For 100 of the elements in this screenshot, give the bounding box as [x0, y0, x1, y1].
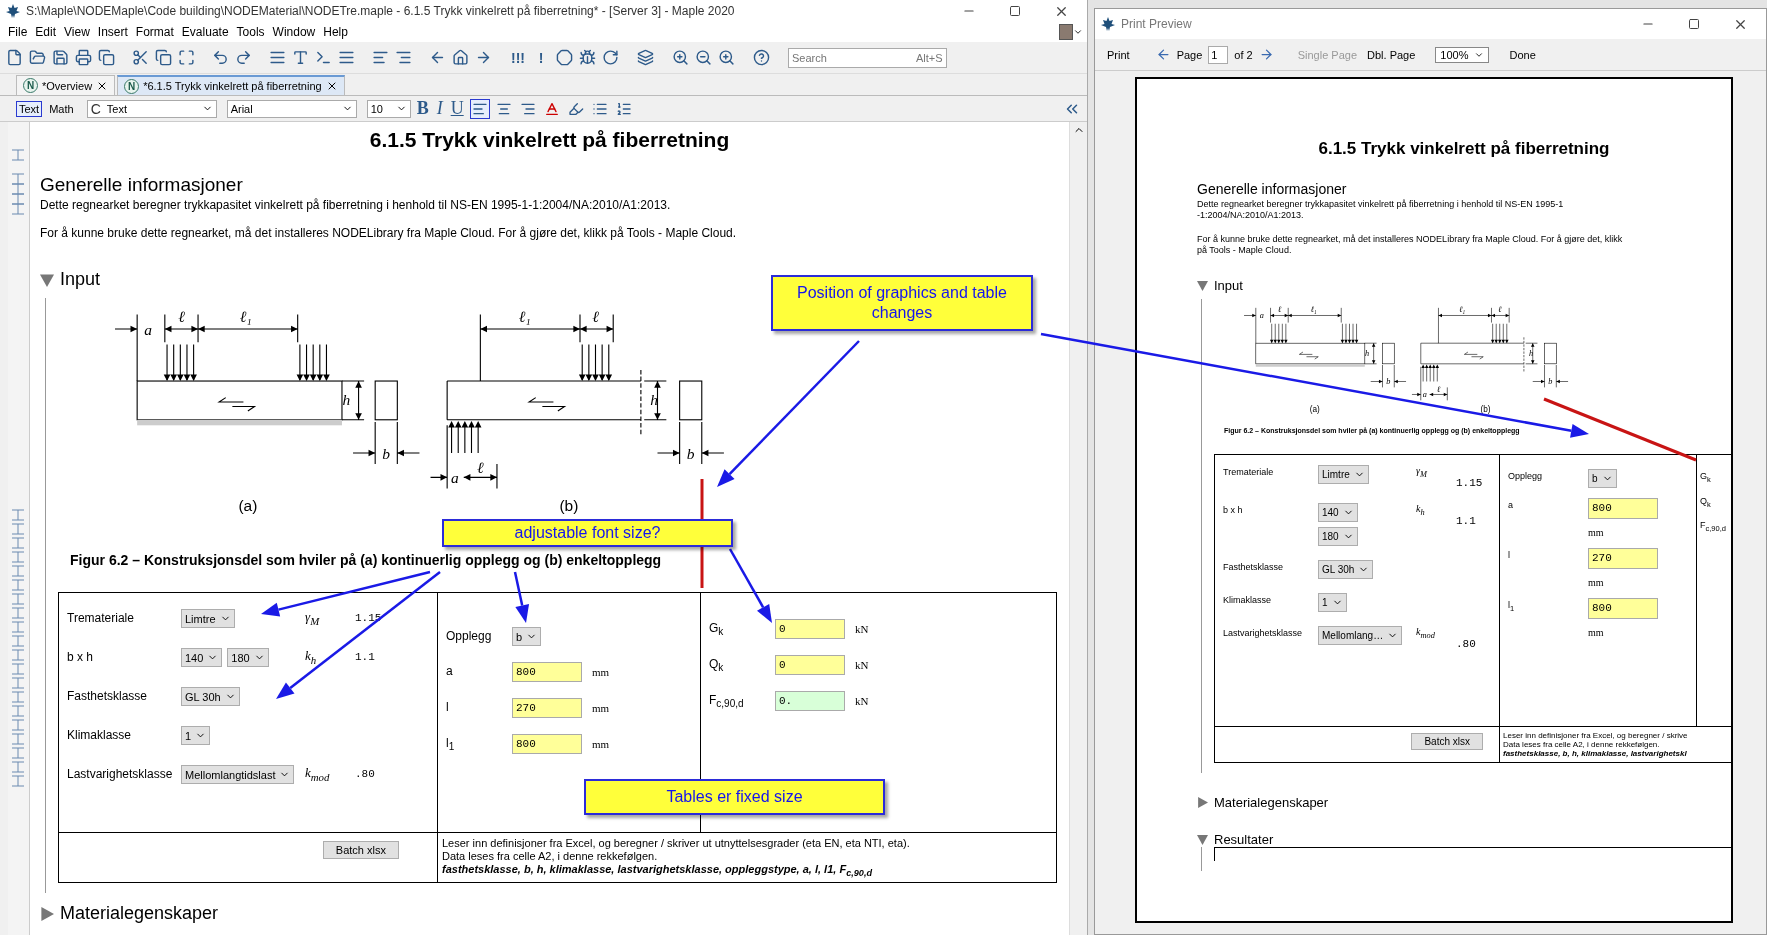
parameter-label: Lastvarighetsklasse: [1223, 626, 1304, 638]
next-page-icon[interactable]: [1258, 47, 1274, 62]
format-button[interactable]: U: [448, 98, 466, 119]
coefficient-value: 1.1: [1456, 513, 1477, 527]
dropdown[interactable]: 140: [181, 648, 223, 668]
input-field[interactable]: 0: [775, 655, 845, 676]
document-tab[interactable]: N *6.1.5 Trykk vinkelrett på fiberretning: [117, 75, 345, 95]
style-dropdown[interactable]: C Text: [86, 99, 217, 118]
dropdown[interactable]: 180: [1318, 526, 1358, 546]
dropdown[interactable]: 140: [1318, 502, 1358, 522]
menu-item[interactable]: Edit: [31, 25, 61, 39]
page-field[interactable]: 1: [1208, 45, 1229, 64]
mode-toggle[interactable]: Math: [46, 100, 77, 117]
dropdown[interactable]: 1: [1318, 592, 1347, 612]
section-toggle-icon[interactable]: [40, 906, 54, 921]
dropdown[interactable]: Limtre: [1318, 464, 1369, 484]
coefficient-value: .80: [355, 767, 376, 781]
load-label: G$_{k}$: [709, 620, 725, 638]
print-button[interactable]: Print: [1105, 48, 1132, 61]
document-tab[interactable]: N *Overview: [16, 75, 116, 95]
menu-item[interactable]: Format: [131, 25, 178, 39]
menu-item[interactable]: Window: [268, 25, 320, 39]
section-heading: Resultater: [1214, 832, 1274, 848]
input-field[interactable]: 270: [1588, 547, 1658, 569]
dropdown[interactable]: 1: [181, 726, 211, 746]
format-button[interactable]: B: [414, 98, 431, 119]
font-dropdown[interactable]: Arial: [226, 99, 357, 118]
dropdown[interactable]: 180: [227, 648, 269, 668]
parameter-label: b x h: [67, 649, 94, 665]
tab-label: *Overview: [42, 79, 93, 92]
parameter-label: Tremateriale: [67, 610, 135, 626]
parameter-label: l$_{1}$: [1508, 598, 1516, 613]
format-button[interactable]: I: [434, 98, 445, 119]
dimension-label: a: [1259, 311, 1264, 321]
parameter-label: Opplegg: [1508, 469, 1544, 481]
dropdown[interactable]: GL 30h: [181, 687, 240, 707]
dropdown[interactable]: Limtre: [181, 609, 235, 629]
menu-item[interactable]: View: [60, 25, 94, 39]
dropdown[interactable]: b: [512, 627, 542, 647]
load-label: F$_{c,90,d}$: [709, 692, 745, 710]
dropdown[interactable]: Mellomlang…: [1318, 625, 1403, 645]
input-field[interactable]: 800: [1588, 497, 1658, 519]
dropdown[interactable]: b: [1588, 468, 1617, 488]
section-toggle-icon[interactable]: [1197, 280, 1208, 291]
paragraph: Dette regnearket beregner trykkapasitet vinkelrett på fiberretning i henhold til NS-EN 1995-1 -1:2004/NA:2010/A1:2013.: [1197, 199, 1565, 222]
maximize-icon[interactable]: [1688, 18, 1700, 30]
coefficient-value: 1.1: [355, 650, 376, 664]
input-field[interactable]: 270: [512, 698, 582, 719]
coefficient-symbol: γ$_{M}$: [1416, 464, 1428, 479]
coefficient-symbol: k$_{mod}$: [1416, 625, 1436, 640]
section-heading: Materialegenskaper: [1214, 795, 1329, 811]
input-field[interactable]: 800: [512, 734, 582, 755]
coefficient-symbol: k$_{mod}$: [305, 765, 331, 783]
batch-button[interactable]: Batch xlsx: [1411, 732, 1483, 750]
load-label: Q$_{k}$: [709, 656, 725, 674]
dropdown[interactable]: Mellomlangtidslast: [181, 765, 295, 785]
maximize-icon[interactable]: [1009, 5, 1021, 17]
batch-button[interactable]: Batch xlsx: [322, 841, 399, 860]
mode-toggle[interactable]: Text: [16, 100, 43, 117]
previous-page-icon[interactable]: [1155, 47, 1171, 62]
menu-item[interactable]: Help: [319, 25, 352, 39]
parameter-label: a: [446, 663, 454, 679]
caret-icon[interactable]: [1073, 27, 1083, 37]
menu-item[interactable]: Tools: [232, 25, 269, 39]
dimension-label: b: [686, 444, 695, 462]
section-toggle-icon[interactable]: [1197, 834, 1208, 846]
zoom-dropdown[interactable]: 100%: [1435, 46, 1490, 63]
align-left-icon[interactable]: [469, 98, 490, 119]
input-field[interactable]: 800: [512, 662, 582, 683]
result-field[interactable]: 0.: [775, 691, 845, 712]
dimension-label: ℓ₁: [518, 308, 531, 326]
load-label: Q$_{k}$: [1700, 494, 1712, 509]
unit-label: mm: [592, 702, 610, 715]
unit-label: mm: [1588, 626, 1604, 638]
menu-item[interactable]: Insert: [93, 25, 132, 39]
dimension-label: h: [1528, 349, 1534, 359]
execute-button[interactable]: !!!: [508, 46, 528, 69]
view-button[interactable]: Dbl. Page: [1365, 48, 1418, 61]
dimension-label: b: [382, 444, 391, 462]
parameter-label: Fasthetsklasse: [67, 688, 149, 704]
section-toggle-icon[interactable]: [1197, 797, 1208, 809]
description-text: fasthetsklasse, b, h, klimaklasse, lastvarighetsklasse, oppleggstype, a, l, l1, F$_{c,90,d}$: [442, 862, 874, 879]
parameter-label: l: [446, 699, 450, 715]
paragraph: For å kunne bruke dette regnearket, må det installeres NODELibrary fra Maple Cloud. For å gjøre det, klikk på Tools - Maple Cloud.: [40, 226, 738, 241]
worksheet-badge: N: [124, 78, 140, 94]
dimension-label: ℓ₁: [1310, 304, 1317, 314]
unit-label: mm: [592, 666, 610, 679]
section-toggle-icon[interactable]: [40, 272, 54, 287]
execute-button[interactable]: !: [531, 46, 551, 69]
done-button[interactable]: Done: [1507, 48, 1538, 61]
unit-label: kN: [855, 695, 869, 708]
input-field[interactable]: 800: [1588, 597, 1658, 619]
size-dropdown[interactable]: 10: [366, 99, 411, 118]
annotation-callout: Tables er fixed size: [584, 779, 885, 815]
input-field[interactable]: 0: [775, 619, 845, 640]
description-text: fasthetsklasse, b, h, klimaklasse, lastvarighetskl: [1503, 749, 1688, 759]
menu-item[interactable]: File: [4, 25, 32, 39]
maple-leaf-icon: [1101, 17, 1115, 31]
menu-item[interactable]: Evaluate: [177, 25, 233, 39]
dropdown[interactable]: GL 30h: [1318, 559, 1374, 579]
